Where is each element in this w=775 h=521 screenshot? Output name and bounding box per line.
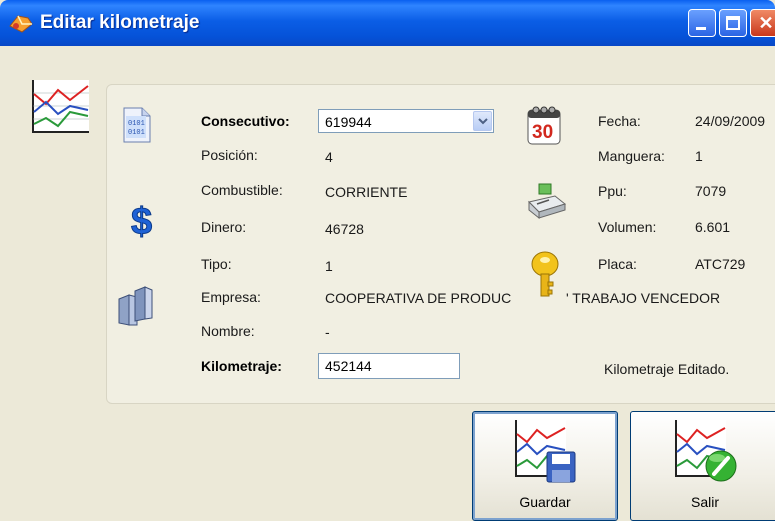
nombre-value: - (325, 324, 330, 340)
tipo-value: 1 (325, 258, 333, 274)
kilometraje-input[interactable] (319, 354, 459, 378)
minimize-button[interactable] (688, 9, 716, 37)
dollar-icon: $ (131, 201, 153, 241)
maximize-icon (726, 16, 740, 30)
kilometraje-label: Kilometraje: (201, 358, 282, 374)
dinero-value: 46728 (325, 221, 364, 237)
combustible-value: CORRIENTE (325, 184, 408, 200)
volumen-value: 6.601 (695, 219, 731, 235)
exit-button-label: Salir (690, 494, 719, 510)
volumen-label: Volumen: (598, 219, 657, 235)
combustible-label: Combustible: (201, 182, 283, 198)
buildings-icon (118, 286, 153, 326)
tipo-label: Tipo: (201, 256, 232, 272)
app-icon (9, 15, 33, 33)
cash-register-icon (528, 183, 567, 220)
title-bar[interactable]: Editar kilometraje ✕ (0, 0, 775, 46)
maximize-button[interactable] (719, 9, 747, 37)
key-icon (531, 251, 559, 297)
status-message: Kilometraje Editado. (604, 361, 730, 377)
manguera-label: Manguera: (598, 148, 665, 164)
chart-icon (32, 80, 89, 133)
edit-mileage-window: Editar kilometraje ✕ 0101 0101 $ 30 Cons… (0, 0, 775, 521)
calendar-day-label: 30 (532, 122, 553, 143)
svg-text:0101: 0101 (128, 120, 145, 128)
placa-value: ATC729 (695, 256, 746, 272)
dinero-label: Dinero: (201, 219, 247, 235)
calendar-icon: 30 (527, 106, 561, 145)
save-button-label: Guardar (519, 494, 571, 510)
posicion-value: 4 (325, 149, 333, 165)
placa-label: Placa: (598, 256, 637, 272)
empresa-value-continued: ' TRABAJO VENCEDOR (566, 290, 721, 306)
binary-file-icon: 0101 0101 (123, 107, 151, 143)
close-button[interactable]: ✕ (750, 9, 775, 37)
consecutivo-select[interactable]: 619944 (318, 109, 494, 133)
consecutivo-label: Consecutivo: (201, 113, 290, 129)
empresa-label: Empresa: (201, 289, 261, 305)
dropdown-button[interactable] (473, 111, 492, 131)
consecutivo-value: 619944 (325, 114, 372, 130)
ppu-label: Ppu: (598, 183, 627, 199)
posicion-label: Posición: (201, 147, 258, 163)
nombre-label: Nombre: (201, 323, 255, 339)
exit-button[interactable]: Salir (630, 411, 775, 521)
svg-text:$: $ (131, 201, 152, 240)
fecha-value: 24/09/2009 (695, 113, 766, 129)
fecha-label: Fecha: (598, 113, 641, 129)
window-title: Editar kilometraje (40, 12, 200, 33)
minimize-icon (696, 27, 706, 30)
svg-text:0101: 0101 (128, 129, 145, 137)
save-button[interactable]: Guardar (472, 411, 618, 521)
kilometraje-input-box[interactable] (318, 353, 460, 379)
empresa-value: COOPERATIVA DE PRODUC (325, 290, 512, 306)
chevron-down-icon (478, 118, 488, 125)
save-chart-icon (515, 420, 576, 483)
exit-chart-icon (675, 420, 737, 482)
manguera-value: 1 (695, 148, 703, 164)
ppu-value: 7079 (695, 183, 727, 199)
close-icon: ✕ (758, 13, 774, 33)
